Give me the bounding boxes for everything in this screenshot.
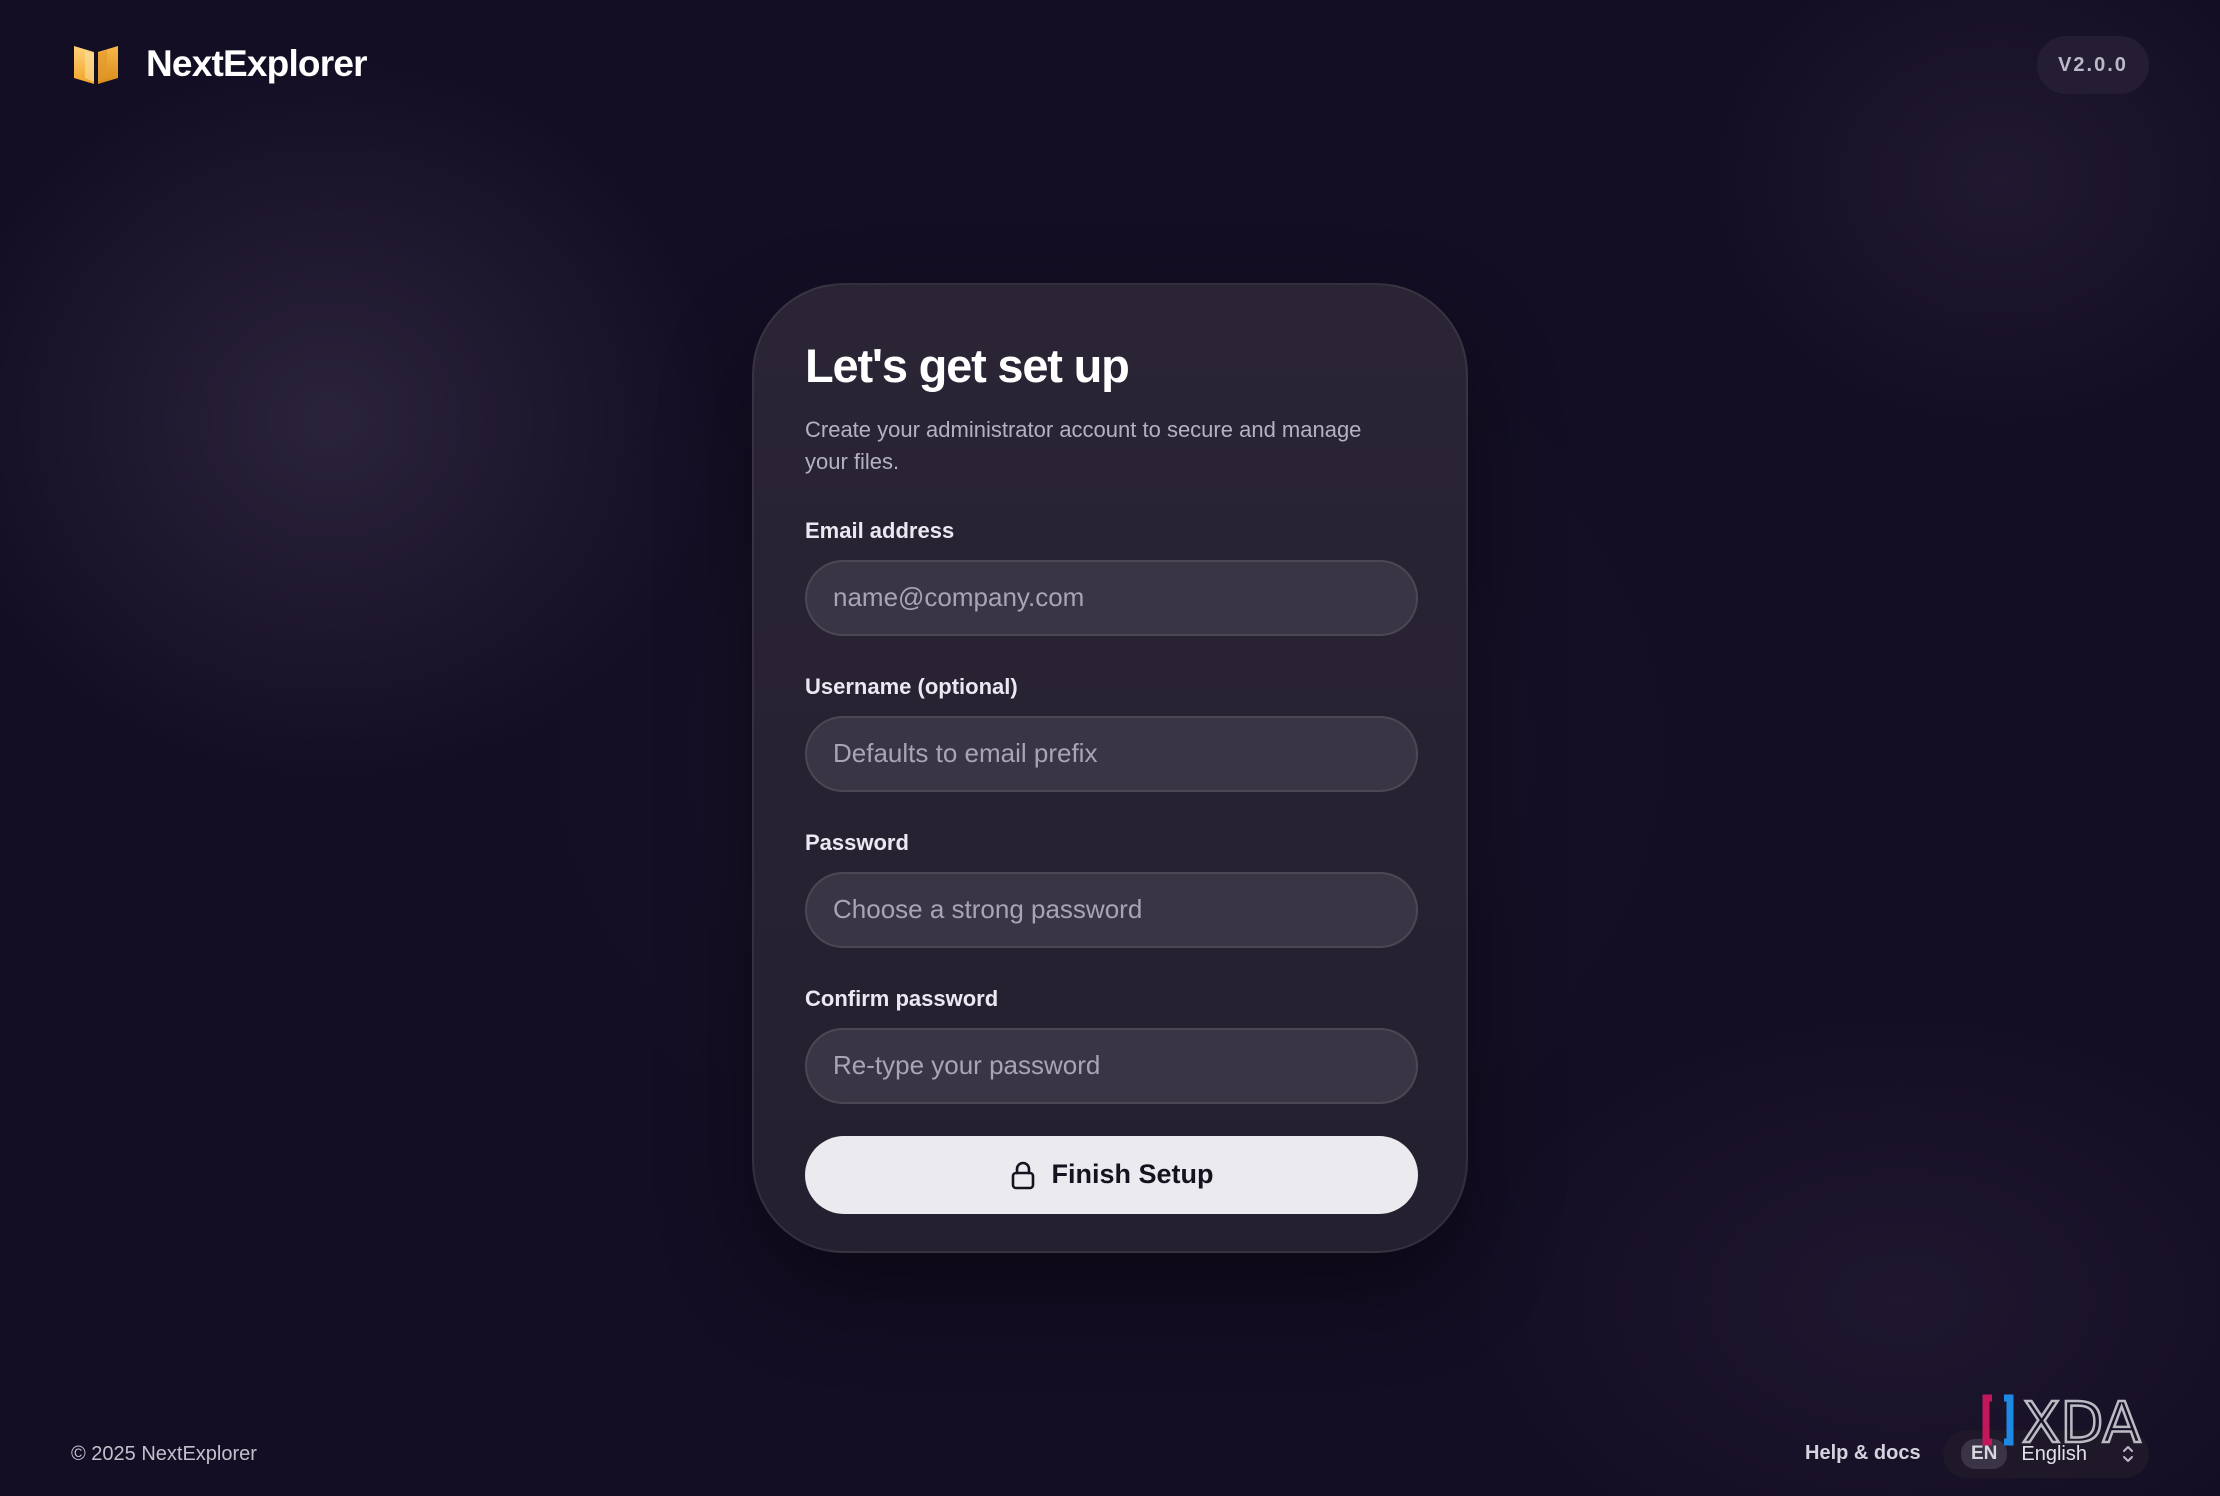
finish-setup-label: Finish Setup [1051,1159,1214,1190]
confirm-password-field-group: Confirm password [805,985,1418,1104]
email-input[interactable] [805,559,1418,636]
card-title: Let's get set up [805,339,1130,392]
setup-card: Let's get set up Create your administrat… [752,283,1468,1253]
password-field-group: Password [805,829,1418,948]
email-field-group: Email address [805,517,1418,636]
lock-icon [1011,1161,1034,1189]
version-badge: V2.0.0 [2037,36,2149,94]
svg-text:XDA: XDA [2022,1392,2141,1448]
app-name: NextExplorer [146,43,368,84]
open-book-icon [74,46,118,84]
confirm-password-input[interactable] [805,1027,1418,1104]
help-docs-link[interactable]: Help & docs [1805,1442,1921,1465]
brand: NextExplorer [72,42,368,86]
username-field-group: Username (optional) [805,673,1418,792]
username-label: Username (optional) [805,673,1018,699]
email-label: Email address [805,517,955,543]
confirm-password-label: Confirm password [805,985,999,1011]
copyright-text: © 2025 NextExplorer [71,1443,257,1465]
username-input[interactable] [805,715,1418,792]
card-subtitle: Create your administrator account to sec… [805,416,1362,474]
xda-watermark-logo: XDA [1982,1392,2142,1448]
finish-setup-button[interactable]: Finish Setup [805,1135,1418,1214]
password-label: Password [805,829,909,855]
password-input[interactable] [805,871,1418,948]
